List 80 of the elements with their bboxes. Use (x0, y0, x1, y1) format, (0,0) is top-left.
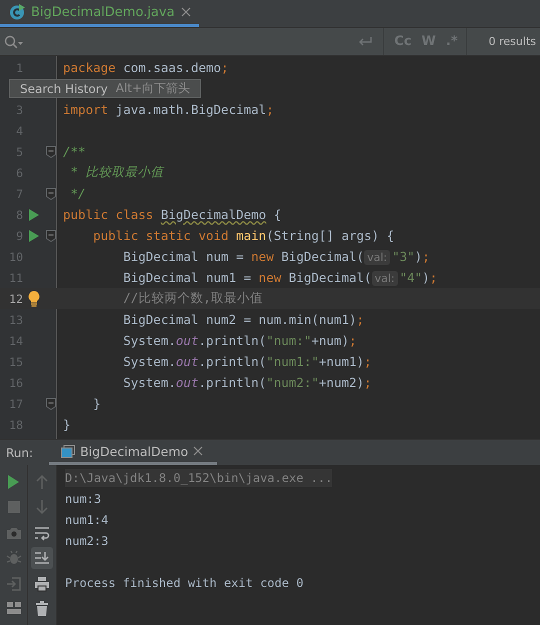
code-token: ; (422, 249, 430, 264)
code-token: } (63, 417, 71, 432)
code-token: BigDecimal( (288, 270, 372, 285)
code-token: BigDecimal num = (122, 249, 245, 264)
code-editor[interactable] (0, 56, 540, 439)
code-token: "num:" (266, 333, 312, 348)
code-token: "num1:" (266, 354, 319, 369)
tooltip-label: Search History (20, 82, 108, 96)
run-icon[interactable] (29, 230, 39, 242)
search-option-toggle[interactable]: .* (442, 32, 462, 51)
code-token: BigDecimal num1 = (122, 270, 252, 285)
code-token: */ (70, 186, 86, 201)
code-token: java.math.BigDecimal (114, 102, 266, 117)
code-token: BigDecimal num2 = num.min(num1) (122, 312, 356, 327)
search-icon[interactable] (4, 34, 24, 48)
code-token: public static void (92, 228, 230, 243)
code-token: package (63, 60, 116, 75)
code-token: System. (122, 333, 176, 348)
code-token: +num) (311, 333, 349, 348)
close-icon[interactable] (180, 7, 191, 17)
fold-icon[interactable] (46, 146, 56, 158)
code-token: ; (221, 60, 229, 75)
code-token: ; (430, 270, 438, 285)
code-token: public class (63, 207, 154, 222)
trash-icon[interactable] (34, 601, 50, 618)
code-token: import (63, 102, 108, 117)
soft-wrap-icon[interactable] (34, 524, 50, 541)
code-token: "3" (392, 249, 415, 264)
code-token: ; (349, 333, 357, 348)
console-output: num1:4 (65, 512, 108, 526)
panel-label: Run: (5, 446, 34, 460)
line-number: 12 (9, 292, 23, 306)
code-token: ; (364, 375, 372, 390)
code-token: new (251, 249, 275, 264)
print-icon[interactable] (34, 576, 50, 592)
code-token: +num1) (318, 354, 364, 369)
code-token: * 比较取最小值 (70, 164, 164, 179)
code-token: (String[] args) { (266, 228, 394, 243)
results-count: 0 results (488, 35, 537, 48)
code-token: .println( (198, 333, 266, 348)
code-token: ) (414, 249, 422, 264)
console-output: num:3 (65, 492, 102, 506)
code-token: com.saas.demo (122, 60, 222, 75)
code-token: ) (422, 270, 430, 285)
code-token: out (176, 333, 198, 348)
code-token: "num2:" (266, 375, 319, 390)
code-token: main (236, 228, 266, 243)
run-icon[interactable] (6, 474, 22, 490)
code-token: } (92, 396, 101, 411)
run-tab[interactable]: BigDecimalDemo (49, 440, 218, 465)
close-icon[interactable] (193, 446, 204, 456)
code-token: ; (364, 354, 372, 369)
tooltip-shortcut: Alt+向下箭头 (116, 80, 190, 97)
console-output: num2:3 (65, 534, 108, 548)
code-token: System. (122, 354, 176, 369)
code-token: { (272, 207, 282, 222)
code-token: System. (122, 375, 176, 390)
run-icon[interactable] (29, 208, 39, 220)
code-token: //比较两个数,取最小值 (122, 290, 263, 305)
code-token: out (176, 375, 198, 390)
code-token: BigDecimal( (281, 249, 364, 264)
code-token: out (176, 354, 198, 369)
lightbulb-icon[interactable] (28, 290, 40, 306)
console-icon (61, 444, 76, 458)
fold-icon[interactable] (46, 188, 56, 200)
fold-icon[interactable] (46, 230, 56, 242)
code-token: .println( (198, 354, 266, 369)
code-token: ; (266, 102, 274, 117)
parameter-hint: val: (364, 250, 390, 265)
code-token: .println( (198, 375, 266, 390)
code-token: BigDecimalDemo (160, 207, 266, 222)
code-token: new (258, 270, 282, 285)
fold-icon[interactable] (46, 398, 56, 410)
code-token: ; (356, 312, 364, 327)
code-token: +num2) (318, 375, 364, 390)
console-output: Process finished with exit code 0 (65, 576, 304, 590)
code-token: "4" (400, 270, 422, 285)
code-token: /** (63, 144, 86, 159)
parameter-hint: val: (372, 271, 398, 286)
class-icon (9, 4, 25, 20)
